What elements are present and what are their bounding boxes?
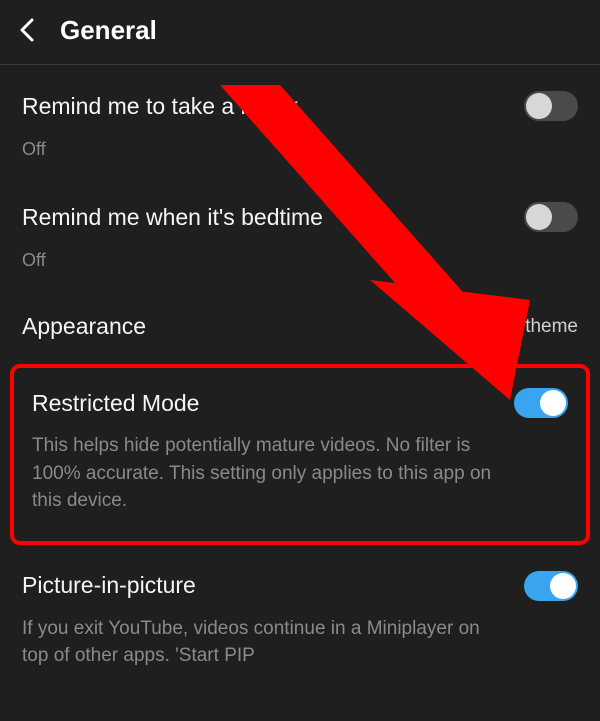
setting-appearance[interactable]: Appearance Dark theme [0, 287, 600, 346]
setting-remind-break[interactable]: Remind me to take a break Off [0, 65, 600, 176]
pip-toggle[interactable] [524, 571, 578, 601]
page-title: General [60, 15, 157, 46]
setting-pip[interactable]: Picture-in-picture If you exit YouTube, … [0, 545, 600, 670]
remind-bedtime-status: Off [22, 250, 578, 271]
remind-break-toggle[interactable] [524, 91, 578, 121]
remind-bedtime-title: Remind me when it's bedtime [22, 204, 323, 231]
setting-restricted-mode[interactable]: Restricted Mode [32, 388, 568, 418]
restricted-mode-toggle[interactable] [514, 388, 568, 418]
header: General [0, 0, 600, 65]
appearance-value: Dark theme [480, 316, 578, 338]
setting-remind-bedtime[interactable]: Remind me when it's bedtime Off [0, 176, 600, 287]
remind-break-title: Remind me to take a break [22, 93, 298, 120]
pip-title: Picture-in-picture [22, 572, 196, 599]
appearance-title: Appearance [22, 313, 146, 340]
restricted-mode-title: Restricted Mode [32, 390, 199, 417]
remind-bedtime-toggle[interactable] [524, 202, 578, 232]
back-icon[interactable] [8, 10, 48, 50]
annotation-highlight-box: Restricted Mode This helps hide potentia… [10, 364, 590, 545]
remind-break-status: Off [22, 139, 578, 160]
pip-description: If you exit YouTube, videos continue in … [22, 615, 482, 670]
restricted-mode-description: This helps hide potentially mature video… [32, 432, 512, 515]
